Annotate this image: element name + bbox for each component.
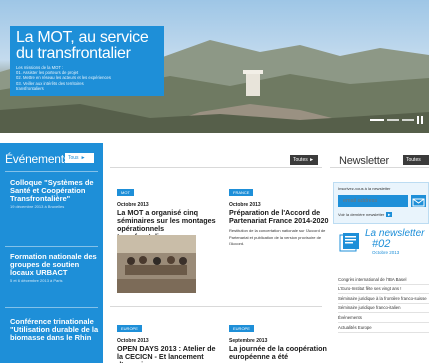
slider-dot[interactable] — [370, 119, 384, 121]
newsletter-issue[interactable]: La newsletter #02 Octobre 2013 — [338, 229, 429, 269]
chevron-right-icon: ► — [386, 212, 393, 217]
divider — [5, 171, 98, 172]
slider-dot[interactable] — [387, 119, 399, 121]
event-title[interactable]: Colloque "Systèmes de Santé et Coopérati… — [10, 179, 100, 203]
newsletter-link[interactable]: Actualités Europe — [338, 323, 429, 333]
events-all-label: Tous — [68, 155, 79, 161]
event-date: 5 et 6 décembre 2013 à Paris — [10, 278, 63, 283]
newsletter-icon — [339, 233, 359, 252]
news-card[interactable]: MOT Octobre 2013 La MOT a organisé cinq … — [117, 181, 218, 241]
news-all-label: Toutes — [293, 157, 308, 163]
divider — [5, 307, 98, 308]
news-card[interactable]: EUROPE Octobre 2013 OPEN DAYS 2013 : Ate… — [117, 317, 218, 363]
event-item[interactable]: Formation nationale des groupes de souti… — [10, 253, 100, 284]
event-item[interactable]: Conférence trinationale "Utilisation dur… — [10, 318, 100, 342]
hero-title-line-2: du transfrontalier — [16, 45, 131, 62]
hero-mission-list: Les missions de la MOT : 01. Assister le… — [16, 65, 158, 91]
divider — [110, 167, 322, 168]
news-tag[interactable]: MOT — [117, 189, 134, 196]
hero-title-line-1: La MOT, au service — [16, 29, 149, 46]
divider — [5, 246, 98, 247]
newsletter-link[interactable]: Séminaire juridique à la frontière franc… — [338, 294, 429, 304]
news-all-button[interactable]: Toutes ► — [290, 155, 318, 165]
news-excerpt: Restitution de la concertation nationale… — [229, 228, 326, 246]
hero-banner: La MOT, au service du transfrontalier Le… — [0, 0, 429, 133]
event-title[interactable]: Formation nationale des groupes de souti… — [10, 253, 100, 277]
hero-line[interactable]: transfrontaliers — [16, 86, 158, 91]
newsletter-all-button[interactable]: Toutes ► — [403, 155, 429, 173]
slider-dot[interactable] — [402, 119, 414, 121]
news-tag[interactable]: EUROPE — [229, 325, 254, 332]
chevron-right-icon: ► — [309, 157, 315, 163]
event-date: 19 décembre 2013 à Bruxelles — [10, 204, 65, 209]
latest-newsletter-label: Voir la dernière newsletter — [338, 212, 385, 217]
newsletter-issue-date: Octobre 2013 — [372, 250, 400, 255]
news-title[interactable]: La journée de la coopération européenne … — [229, 345, 330, 361]
newsletter-all-label: Toutes — [406, 157, 421, 163]
news-tag[interactable]: EUROPE — [117, 325, 142, 332]
newsletter-issue-number: #02 — [372, 238, 391, 250]
newsletter-link[interactable]: Congrès international de l'IBA Basel — [338, 275, 429, 285]
submit-button[interactable] — [411, 195, 426, 207]
newsletter-signup-label: Inscrivez-vous à la newsletter — [338, 186, 391, 191]
newsletter-signup-box: Inscrivez-vous à la newsletter Voir la d… — [333, 182, 429, 224]
email-field[interactable] — [338, 195, 408, 207]
news-tag[interactable]: FRANCE — [229, 189, 254, 196]
news-card[interactable]: EUROPE Septembre 2013 La journée de la c… — [229, 317, 330, 361]
latest-newsletter-link[interactable]: Voir la dernière newsletter ► — [338, 212, 393, 217]
events-all-button[interactable]: Tous ► — [65, 153, 94, 163]
news-title[interactable]: OPEN DAYS 2013 : Atelier de la CECICN - … — [117, 345, 218, 363]
newsletter-link[interactable]: Séminaire juridique franco-italien — [338, 304, 429, 314]
newsletter-link[interactable]: L'Euro-Institut fête ses vingt ans ! — [338, 285, 429, 295]
pause-icon[interactable] — [417, 116, 423, 124]
divider — [330, 167, 429, 168]
slider-controls — [370, 116, 423, 124]
events-sidebar: Événements Tous ► Colloque "Systèmes de S… — [0, 143, 103, 363]
chevron-right-icon: ► — [80, 155, 86, 161]
hero-text-panel: La MOT, au service du transfrontalier Le… — [10, 26, 164, 96]
meeting-photo — [117, 235, 196, 293]
event-item[interactable]: Colloque "Systèmes de Santé et Coopérati… — [10, 179, 100, 210]
hero-title: La MOT, au service du transfrontalier — [16, 30, 158, 62]
news-photo[interactable] — [117, 235, 196, 293]
event-title[interactable]: Conférence trinationale "Utilisation dur… — [10, 318, 100, 342]
envelope-icon — [412, 198, 425, 207]
newsletter-links: Congrès international de l'IBA Basel L'E… — [338, 275, 429, 333]
divider — [110, 306, 322, 307]
news-title[interactable]: Préparation de l'Accord de Partenariat F… — [229, 209, 330, 225]
news-card[interactable]: FRANCE Octobre 2013 Préparation de l'Acc… — [229, 181, 330, 248]
newsletter-link[interactable]: Événements — [338, 313, 429, 323]
